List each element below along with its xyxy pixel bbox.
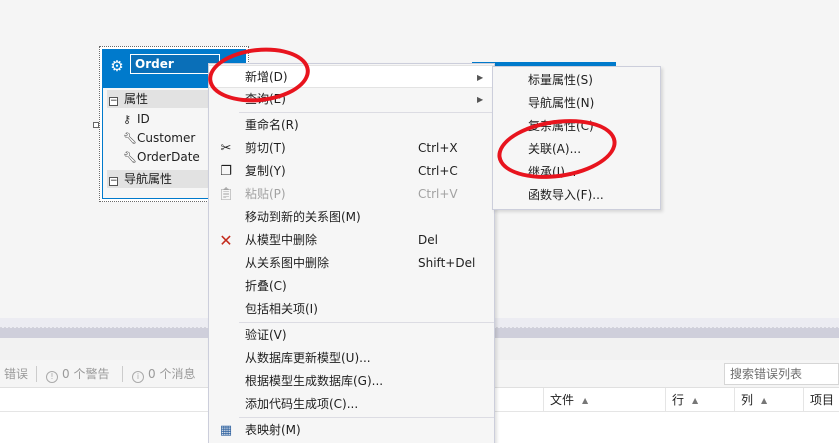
entity-type-icon: ⚙ bbox=[110, 57, 124, 75]
menu-separator bbox=[239, 112, 494, 113]
menu-item-label: 从关系图中删除 bbox=[245, 256, 330, 270]
menu-item-label: 根据模型生成数据库(G)... bbox=[245, 374, 384, 388]
collapse-icon[interactable]: − bbox=[109, 177, 118, 186]
messages-label: 0 个消息 bbox=[148, 367, 196, 381]
table-mapping-icon: ▦ bbox=[219, 423, 233, 438]
menu-item-label: 复制(Y) bbox=[245, 164, 286, 178]
resize-handle[interactable] bbox=[93, 122, 99, 128]
column-col[interactable]: 列 ▲ bbox=[734, 388, 803, 412]
property-row[interactable]: ⚷ ID bbox=[123, 110, 150, 128]
submenu-item-function-import[interactable]: 函数导入(F)... bbox=[493, 184, 660, 207]
menu-item-shortcut: Ctrl+X bbox=[418, 141, 458, 155]
menu-item-label: 验证(V) bbox=[245, 328, 287, 342]
submenu-arrow-icon: ▶ bbox=[477, 73, 484, 82]
menu-item-delete-from-model[interactable]: ✕ 从模型中删除 Del bbox=[209, 229, 494, 252]
column-label: 项目 bbox=[810, 393, 835, 407]
toolbar-divider bbox=[36, 366, 37, 382]
column-file[interactable]: 文件 ▲ bbox=[543, 388, 665, 412]
property-row[interactable]: 🔧︎OrderDate bbox=[123, 148, 200, 166]
submenu-item-navigation-property[interactable]: 导航属性(N) bbox=[493, 92, 660, 115]
submenu-arrow-icon: ▶ bbox=[477, 95, 484, 104]
info-icon: i bbox=[132, 371, 144, 383]
menu-item-label: 剪切(T) bbox=[245, 141, 286, 155]
column-label: 列 bbox=[741, 393, 754, 407]
menu-item-shortcut: Ctrl+C bbox=[418, 164, 458, 178]
context-menu: 新增(D) ▶ 查询(E) ▶ 重命名(R) ✂ 剪切(T) Ctrl+X ❐ … bbox=[208, 63, 495, 443]
paste-icon: 📋︎ bbox=[217, 187, 235, 202]
column-line[interactable]: 行 ▲ bbox=[665, 388, 734, 412]
property-label: ID bbox=[137, 112, 150, 126]
key-icon: ⚷ bbox=[123, 113, 132, 126]
copy-icon: ❐ bbox=[220, 164, 232, 179]
toolbar-divider bbox=[122, 366, 123, 382]
delete-x-icon: ✕ bbox=[219, 231, 233, 250]
menu-item-label: 移动到新的关系图(M) bbox=[245, 210, 361, 224]
scissors-icon: ✂ bbox=[220, 141, 232, 156]
column-label: 行 bbox=[672, 393, 685, 407]
menu-item-label: 粘贴(P) bbox=[245, 187, 286, 201]
warnings-label: 0 个警告 bbox=[62, 367, 110, 381]
collapse-icon[interactable]: − bbox=[109, 97, 118, 106]
properties-section-label: 属性 bbox=[124, 92, 149, 106]
menu-item-label: 从数据库更新模型(U)... bbox=[245, 351, 371, 365]
error-search-input[interactable]: 搜索错误列表 bbox=[724, 363, 839, 385]
menu-item-paste[interactable]: 📋︎ 粘贴(P) Ctrl+V bbox=[209, 183, 494, 206]
menu-item-generate-database[interactable]: 根据模型生成数据库(G)... bbox=[209, 370, 494, 393]
property-label: Customer bbox=[137, 131, 196, 145]
menu-item-label: 折叠(C) bbox=[245, 279, 287, 293]
menu-item-add-code-generation[interactable]: 添加代码生成项(C)... bbox=[209, 393, 494, 416]
menu-item-validate[interactable]: 验证(V) bbox=[209, 324, 494, 347]
menu-item-update-from-database[interactable]: 从数据库更新模型(U)... bbox=[209, 347, 494, 370]
menu-item-label: 表映射(M) bbox=[245, 423, 301, 437]
sort-icon: ▲ bbox=[761, 396, 768, 405]
menu-separator bbox=[239, 322, 494, 323]
menu-item-shortcut: Ctrl+V bbox=[418, 187, 458, 201]
warning-icon: ! bbox=[46, 371, 58, 383]
menu-item-include-related[interactable]: 包括相关项(I) bbox=[209, 298, 494, 321]
menu-item-label: 重命名(R) bbox=[245, 118, 299, 132]
menu-item-shortcut: Del bbox=[418, 233, 438, 247]
sort-icon: ▲ bbox=[692, 396, 699, 405]
menu-item-collapse[interactable]: 折叠(C) bbox=[209, 275, 494, 298]
sort-icon: ▲ bbox=[582, 396, 589, 405]
messages-filter[interactable]: i 0 个消息 bbox=[132, 366, 196, 383]
menu-item-label: 添加代码生成项(C)... bbox=[245, 397, 359, 411]
menu-item-delete-from-diagram[interactable]: 从关系图中删除 Shift+Del bbox=[209, 252, 494, 275]
menu-item-move-to-new-diagram[interactable]: 移动到新的关系图(M) bbox=[209, 206, 494, 229]
errors-filter[interactable]: 错误 bbox=[4, 366, 28, 382]
menu-item-label: 从模型中删除 bbox=[245, 233, 318, 247]
wrench-icon: 🔧︎ bbox=[123, 132, 137, 145]
submenu-item-scalar-property[interactable]: 标量属性(S) bbox=[493, 69, 660, 92]
menu-item-rename[interactable]: 重命名(R) bbox=[209, 114, 494, 137]
column-project[interactable]: 项目 bbox=[803, 388, 839, 412]
menu-item-shortcut: Shift+Del bbox=[418, 256, 476, 270]
entity-name-field[interactable]: Order bbox=[130, 54, 220, 74]
menu-item-copy[interactable]: ❐ 复制(Y) Ctrl+C bbox=[209, 160, 494, 183]
nav-section-label: 导航属性 bbox=[124, 172, 173, 186]
property-label: OrderDate bbox=[137, 150, 200, 164]
warnings-filter[interactable]: ! 0 个警告 bbox=[46, 366, 110, 383]
column-label: 文件 bbox=[550, 393, 575, 407]
wrench-icon: 🔧︎ bbox=[123, 151, 137, 164]
menu-item-cut[interactable]: ✂ 剪切(T) Ctrl+X bbox=[209, 137, 494, 160]
property-row[interactable]: 🔧︎Customer bbox=[123, 129, 195, 147]
menu-item-label: 包括相关项(I) bbox=[245, 302, 318, 316]
menu-item-table-mapping[interactable]: ▦ 表映射(M) bbox=[209, 419, 494, 442]
menu-separator bbox=[239, 417, 494, 418]
